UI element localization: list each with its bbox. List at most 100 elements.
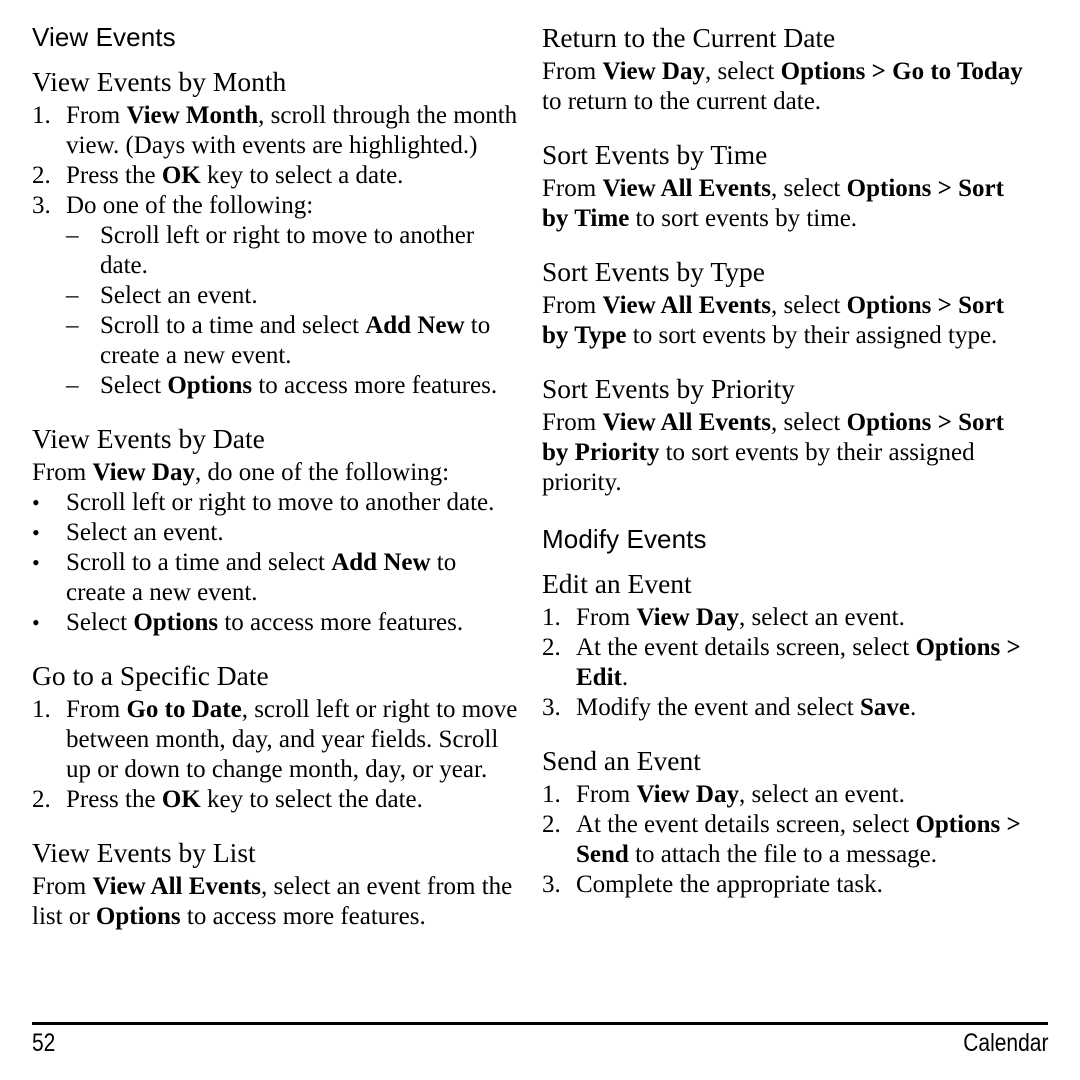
emphasis-term: Go to Date [126,696,242,723]
list-marker: • [32,490,40,515]
list-item-text: From View Day, select an event. [576,781,905,808]
list-item-text: Select Options to access more features. [100,372,498,399]
list-item-text: From Go to Date, scroll left or right to… [66,696,518,783]
steps-go-to-a-specific-date: 1. From Go to Date, scroll left or right … [32,695,522,815]
list-marker: • [32,550,40,575]
subsection-heading-send-an-event: Send an Event [542,745,701,776]
steps-view-events-by-month: 1. From View Month, scroll through the mo… [32,101,522,401]
list-item: 2. Press the OK key to select a date. [32,161,522,191]
emphasis-term: Options > Go to Today [780,58,1023,85]
subsection-heading-sort-events-by-priority: Sort Events by Priority [542,373,795,404]
bullets-view-events-by-date: • Scroll left or right to move to another… [32,488,522,638]
emphasis-term: Options > Edit [576,634,1021,691]
emphasis-term: Options [95,903,181,930]
right-column: Return to the Current Date From View Day… [542,22,1032,900]
list-item: – Select Options to access more features. [66,371,522,401]
emphasis-term: Options > Send [576,811,1021,868]
emphasis-term: View All Events [602,409,771,436]
chapter-name: Calendar [962,1029,1048,1057]
emphasis-term: View Month [126,102,259,129]
list-item-text: From View Day, select an event. [576,604,905,631]
list-item-text: From View Month, scroll through the mont… [66,102,518,159]
list-item: – Select an event. [66,281,522,311]
intro-view-events-by-date: From View Day, do one of the following: [32,459,450,486]
list-item: • Select an event. [32,518,522,548]
emphasis-term: View Day [602,58,705,85]
list-item: • Scroll left or right to move to another… [32,488,522,518]
left-column: View Events View Events by Month 1. From … [32,22,522,932]
section-heading-view-events: View Events [32,22,176,52]
subsection-heading-sort-events-by-type: Sort Events by Type [542,256,765,287]
list-item: 1. From View Day, select an event. [542,780,1032,810]
list-item-text: Scroll to a time and select Add New to c… [100,312,491,369]
list-item-text: Scroll to a time and select Add New to c… [66,549,457,606]
emphasis-term: OK [161,786,201,813]
list-item: – Scroll left or right to move to another… [66,221,522,281]
emphasis-term: View All Events [92,873,261,900]
list-item-text: Modify the event and select Save. [576,694,917,721]
list-item-text: Scroll left or right to move to another … [66,489,495,516]
subsection-heading-sort-events-by-time: Sort Events by Time [542,139,768,170]
emphasis-term: Save [859,694,910,721]
paragraph-view-events-by-list: From View All Events, select an event fr… [32,873,513,930]
list-marker: 1. [32,102,51,129]
list-item-text: Press the OK key to select a date. [66,162,404,189]
list-marker: 3. [32,192,51,219]
list-item: 1. From Go to Date, scroll left or right … [32,695,522,785]
list-marker: • [32,610,40,635]
list-item: 1. From View Month, scroll through the mo… [32,101,522,161]
list-item: 2. At the event details screen, select Op… [542,810,1032,870]
paragraph-sort-events-by-priority: From View All Events, select Options > S… [542,409,1004,496]
steps-send-an-event: 1. From View Day, select an event. 2. At th… [542,780,1032,900]
steps-edit-an-event: 1. From View Day, select an event. 2. At th… [542,603,1032,723]
emphasis-term: Options [133,609,219,636]
list-item: 3. Modify the event and select Save. [542,693,1032,723]
subsection-heading-view-events-by-month: View Events by Month [32,66,287,97]
list-marker: 2. [542,634,561,661]
emphasis-term: View Day [636,781,739,808]
manual-page: View Events View Events by Month 1. From … [0,0,1080,1080]
list-item-text: Complete the appropriate task. [576,871,883,898]
list-item: • Scroll to a time and select Add New to … [32,548,522,608]
list-marker: – [66,282,79,309]
paragraph-return-to-the-current-date: From View Day, select Options > Go to To… [542,58,1023,115]
emphasis-term: Add New [331,549,431,576]
list-item: 1. From View Day, select an event. [542,603,1032,633]
list-marker: – [66,222,79,249]
list-marker: 3. [542,694,561,721]
list-marker: 2. [542,811,561,838]
paragraph-sort-events-by-type: From View All Events, select Options > S… [542,292,1004,349]
page-number: 52 [32,1029,56,1057]
list-item-text: Scroll left or right to move to another … [100,222,475,279]
list-item: • Select Options to access more features. [32,608,522,638]
footer-divider [32,1022,1048,1025]
page-footer: 52 Calendar [32,1022,1048,1057]
list-item: 2. Press the OK key to select the date. [32,785,522,815]
list-item: – Scroll to a time and select Add New to … [66,311,522,371]
section-heading-modify-events: Modify Events [542,524,707,554]
list-item-text: Press the OK key to select the date. [66,786,423,813]
emphasis-term: Options [167,372,253,399]
emphasis-term: Add New [365,312,465,339]
list-item: 3. Do one of the following: – Scroll left o… [32,191,522,401]
list-item-text: Select an event. [100,282,258,309]
emphasis-term: OK [161,162,201,189]
list-item-text: Select an event. [66,519,224,546]
list-marker: 1. [32,696,51,723]
list-marker: • [32,520,40,545]
list-marker: 1. [542,604,561,631]
emphasis-term: View Day [92,459,195,486]
list-marker: – [66,312,79,339]
emphasis-term: View All Events [602,175,771,202]
subsection-heading-edit-an-event: Edit an Event [542,568,692,599]
list-marker: 3. [542,871,561,898]
list-marker: – [66,372,79,399]
list-item-text: At the event details screen, select Opti… [576,634,1021,691]
nested-list: – Scroll left or right to move to another… [66,221,522,401]
list-item-text: Do one of the following: [66,192,314,219]
list-item: 3. Complete the appropriate task. [542,870,1032,900]
subsection-heading-view-events-by-list: View Events by List [32,837,256,868]
paragraph-sort-events-by-time: From View All Events, select Options > S… [542,175,1004,232]
subsection-heading-go-to-a-specific-date: Go to a Specific Date [32,660,269,691]
list-item-text: At the event details screen, select Opti… [576,811,1021,868]
